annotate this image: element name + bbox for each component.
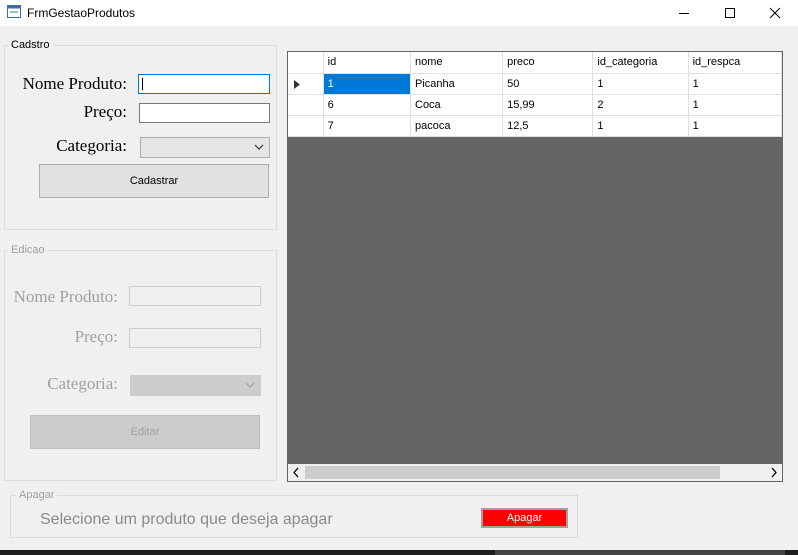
table-cell[interactable]: 6 xyxy=(323,94,412,116)
table-cell[interactable]: pacoca xyxy=(410,115,504,137)
table-cell[interactable]: 1 xyxy=(323,73,412,95)
maximize-button[interactable] xyxy=(707,0,753,26)
table-cell[interactable]: 1 xyxy=(688,115,782,137)
cadastrar-button[interactable]: Cadastrar xyxy=(39,164,269,198)
scrollbar-thumb[interactable] xyxy=(305,466,720,479)
text-caret xyxy=(142,78,143,90)
table-cell[interactable]: 1 xyxy=(688,73,782,95)
table-cell[interactable]: 1 xyxy=(592,73,689,95)
table-cell[interactable]: 1 xyxy=(688,94,782,116)
apagar-button[interactable]: Apagar xyxy=(481,508,568,528)
cadastro-categoria-label: Categoria: xyxy=(56,136,127,155)
app-form-icon xyxy=(7,5,21,18)
edicao-preco-input[interactable] xyxy=(129,328,261,348)
table-cell[interactable]: 2 xyxy=(592,94,689,116)
apagar-legend: Apagar xyxy=(16,489,58,502)
cadastro-categoria-select[interactable] xyxy=(140,137,270,158)
minimize-button[interactable] xyxy=(661,0,707,26)
cadastro-legend: Cadstro xyxy=(8,39,53,52)
column-header-id-respca[interactable]: id_respca xyxy=(688,52,782,74)
editar-button[interactable]: Editar xyxy=(30,415,260,449)
table-cell[interactable]: Picanha xyxy=(410,73,504,95)
corner-header[interactable] xyxy=(288,52,324,74)
column-header-preco[interactable]: preco xyxy=(502,52,594,74)
close-button[interactable] xyxy=(752,0,798,26)
column-header-nome[interactable]: nome xyxy=(410,52,504,74)
minimize-icon xyxy=(679,13,689,14)
edicao-categoria-label: Categoria: xyxy=(47,374,118,393)
window-title: FrmGestaoProdutos xyxy=(27,6,136,20)
cadastro-preco-label: Preço: xyxy=(83,102,127,121)
cadastro-nome-label: Nome Produto: xyxy=(22,74,127,93)
maximize-icon xyxy=(725,8,735,18)
produtos-table: id nome preco id_categoria id_respca 1 P… xyxy=(288,52,782,137)
table-cell[interactable]: 50 xyxy=(502,73,594,95)
apagar-hint-text: Selecione um produto que deseja apagar xyxy=(40,511,333,528)
edicao-preco-label: Preço: xyxy=(74,327,118,346)
cadastro-preco-input[interactable] xyxy=(139,103,270,123)
table-header-row: id nome preco id_categoria id_respca xyxy=(288,52,782,74)
cadastro-nome-input[interactable] xyxy=(138,74,270,94)
column-header-id[interactable]: id xyxy=(323,52,412,74)
column-header-id-categoria[interactable]: id_categoria xyxy=(592,52,689,74)
table-cell[interactable]: 7 xyxy=(323,115,412,137)
table-row[interactable]: 1 Picanha 50 1 1 xyxy=(288,73,782,95)
produtos-datagrid[interactable]: id nome preco id_categoria id_respca 1 P… xyxy=(287,51,783,482)
title-bar: FrmGestaoProdutos xyxy=(0,0,798,26)
table-row[interactable]: 6 Coca 15,99 2 1 xyxy=(288,94,782,116)
table-cell[interactable]: Coca xyxy=(410,94,504,116)
table-row[interactable]: 7 pacoca 12,5 1 1 xyxy=(288,115,782,137)
scroll-left-icon[interactable] xyxy=(292,467,300,478)
row-header[interactable] xyxy=(288,115,324,137)
edicao-categoria-select[interactable] xyxy=(130,375,261,396)
table-cell[interactable]: 1 xyxy=(592,115,689,137)
close-icon xyxy=(769,7,781,19)
current-row-arrow-icon xyxy=(294,79,300,89)
horizontal-scrollbar[interactable] xyxy=(288,464,782,481)
row-header[interactable] xyxy=(288,94,324,116)
edicao-nome-label: Nome Produto: xyxy=(13,287,118,306)
table-cell[interactable]: 15,99 xyxy=(502,94,594,116)
row-header[interactable] xyxy=(288,73,324,95)
bottom-edge-strip xyxy=(0,550,798,555)
chevron-down-icon xyxy=(254,144,264,150)
table-cell[interactable]: 12,5 xyxy=(502,115,594,137)
edicao-nome-input[interactable] xyxy=(129,286,261,306)
chevron-down-icon xyxy=(245,382,255,388)
edicao-legend: Edicao xyxy=(8,244,48,257)
scroll-right-icon[interactable] xyxy=(770,467,778,478)
